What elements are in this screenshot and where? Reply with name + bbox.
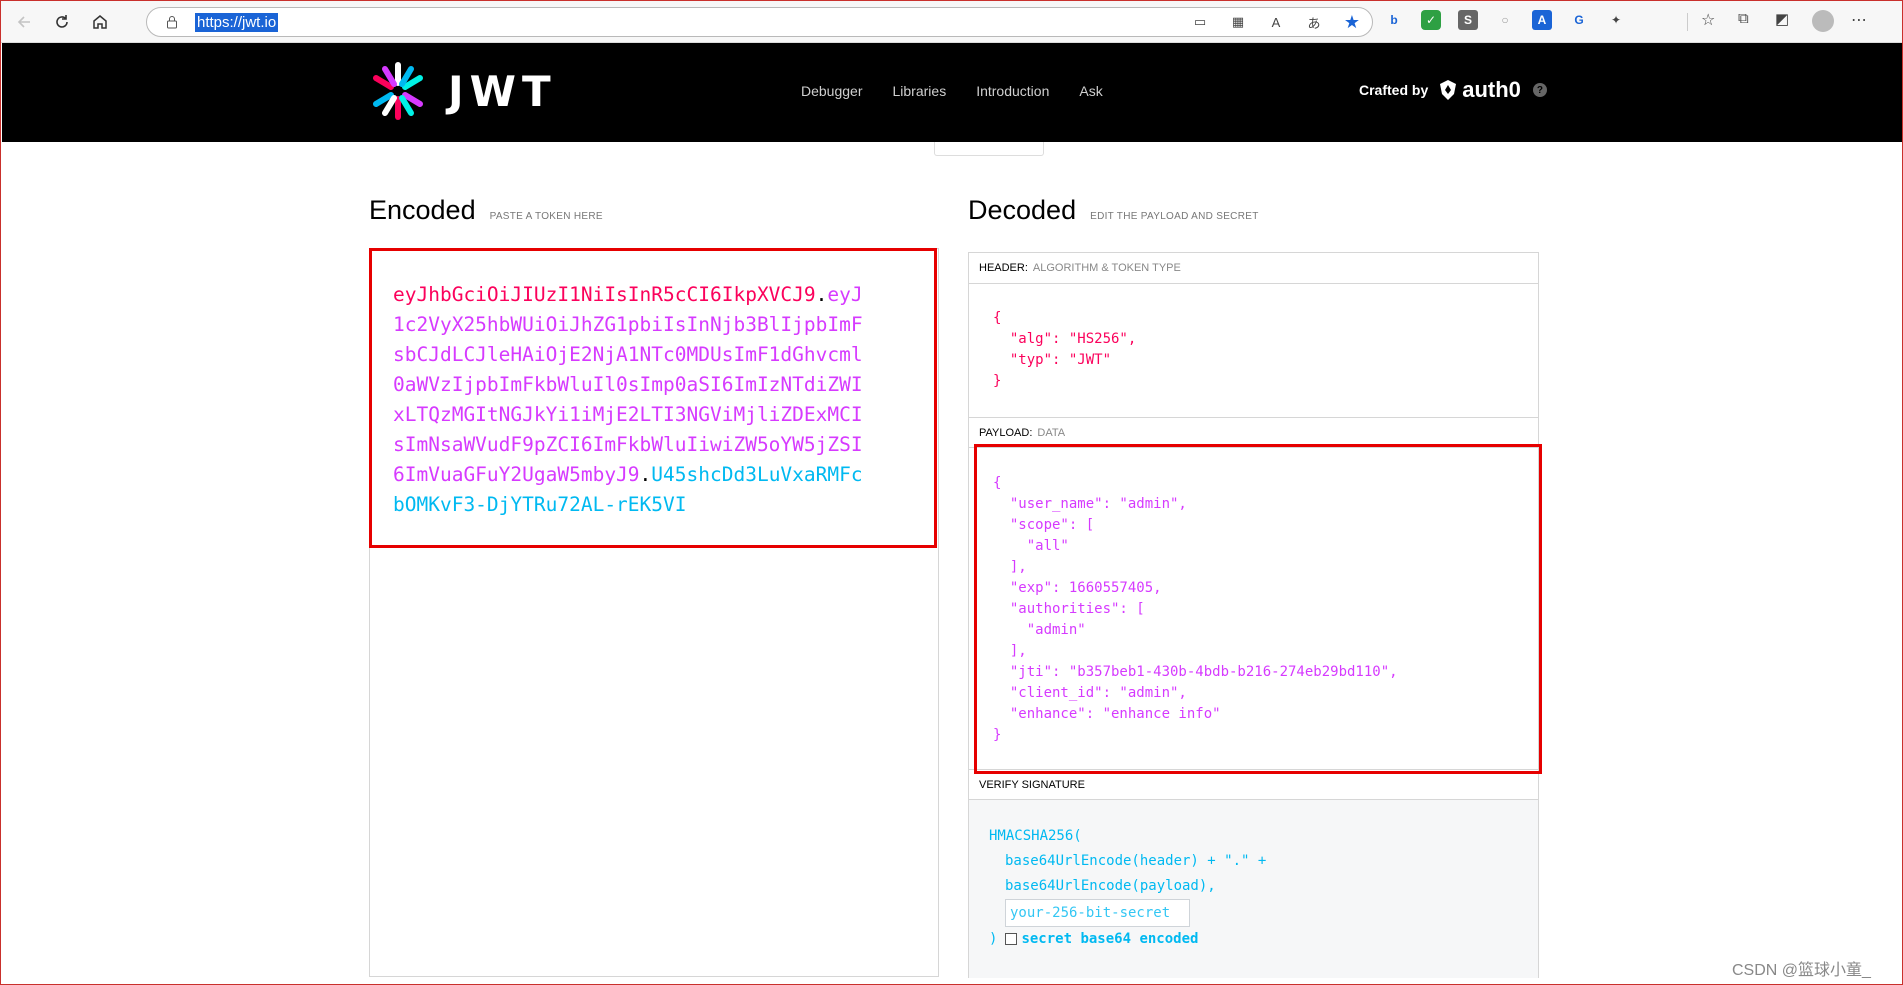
- decoded-title: Decoded: [968, 195, 1077, 225]
- crafted-by-auth0[interactable]: Crafted by auth0 ?: [1359, 77, 1547, 103]
- home-icon[interactable]: [85, 7, 115, 37]
- verify-signature-area: HMACSHA256( base64UrlEncode(header) + ".…: [969, 800, 1538, 978]
- verify-line-payload: base64UrlEncode(payload),: [1005, 878, 1216, 894]
- token-header-part: eyJhbGciOiJIUzI1NiIsInR5cCI6IkpXVCJ9: [393, 283, 816, 306]
- app-available-icon[interactable]: ▭: [1190, 12, 1210, 32]
- header-label: HEADER:: [979, 262, 1028, 274]
- toolbar-divider: [1687, 13, 1688, 31]
- encoded-title: Encoded: [369, 195, 476, 225]
- header-json-editor[interactable]: { "alg": "HS256", "typ": "JWT" }: [993, 308, 1136, 392]
- watermark: CSDN @篮球小童_: [1732, 962, 1871, 979]
- qr-code-icon[interactable]: ▦: [1228, 12, 1248, 32]
- base64-label[interactable]: secret base64 encoded: [1021, 931, 1198, 947]
- jwt-logo-icon: [373, 62, 423, 120]
- favorites-icon[interactable]: ☆: [1701, 10, 1721, 30]
- crafted-by-label: Crafted by: [1359, 82, 1429, 98]
- site-nav: Debugger Libraries Introduction Ask: [801, 83, 1103, 99]
- token-dot: .: [815, 283, 828, 306]
- bing-icon[interactable]: b: [1384, 10, 1404, 30]
- header-section-label: HEADER: ALGORITHM & TOKEN TYPE: [969, 253, 1538, 284]
- algorithm-select-edge[interactable]: [934, 142, 1044, 156]
- verify-function: HMACSHA256(: [989, 828, 1082, 844]
- encoded-token-textarea[interactable]: eyJhbGciOiJIUzI1NiIsInR5cCI6IkpXVCJ9.eyJ…: [393, 280, 873, 520]
- help-icon[interactable]: ?: [1532, 83, 1547, 97]
- google-translate-icon[interactable]: G: [1569, 10, 1589, 30]
- browser-essentials-icon[interactable]: ◩: [1775, 10, 1795, 30]
- shield-extension-icon[interactable]: ✓: [1421, 10, 1441, 30]
- extensions-puzzle-icon[interactable]: ✦: [1606, 10, 1626, 30]
- encoded-heading: Encoded PASTE A TOKEN HERE: [369, 195, 603, 226]
- secret-input[interactable]: [1005, 899, 1190, 927]
- s-extension-icon[interactable]: S: [1458, 10, 1478, 30]
- translator-extension-icon[interactable]: A: [1532, 10, 1552, 30]
- verify-line-header: base64UrlEncode(header) + "." +: [1005, 853, 1267, 869]
- base64-checkbox[interactable]: [1005, 933, 1018, 945]
- token-dot: .: [639, 463, 652, 486]
- collections-icon[interactable]: ⧉: [1738, 10, 1758, 30]
- auth0-logo-icon: [1440, 80, 1457, 100]
- payload-label: PAYLOAD:: [979, 426, 1033, 439]
- encoded-subtitle: PASTE A TOKEN HERE: [489, 211, 603, 222]
- auth0-brand: auth0: [1438, 77, 1521, 103]
- lock-icon: [165, 14, 181, 30]
- token-payload-part: eyJ1c2VyX25hbWUiOiJhZG1pbiIsInNjb3BlIjpb…: [393, 283, 863, 486]
- auth0-wordmark: auth0: [1462, 77, 1521, 102]
- read-aloud-icon[interactable]: A: [1266, 12, 1286, 32]
- payload-highlight-box: [974, 444, 1542, 774]
- circle-extension-icon[interactable]: ○: [1495, 10, 1515, 30]
- verify-code: HMACSHA256( base64UrlEncode(header) + ".…: [989, 824, 1266, 952]
- header-sublabel: ALGORITHM & TOKEN TYPE: [1032, 262, 1181, 274]
- url-text[interactable]: https://jwt.io: [195, 12, 279, 32]
- translate-icon[interactable]: あ: [1304, 12, 1324, 32]
- browser-toolbar: https://jwt.io ▭ ▦ A あ ★ b ✓ S ○ A G ✦ ☆…: [1, 1, 1902, 43]
- profile-avatar-icon[interactable]: [1812, 10, 1834, 32]
- refresh-icon[interactable]: [47, 7, 77, 37]
- payload-sublabel: DATA: [1037, 426, 1066, 439]
- decoded-subtitle: EDIT THE PAYLOAD AND SECRET: [1090, 211, 1259, 222]
- favorite-star-icon[interactable]: ★: [1342, 12, 1362, 32]
- site-header: JWT Debugger Libraries Introduction Ask …: [2, 43, 1902, 142]
- logo-wordmark: JWT: [448, 66, 557, 116]
- address-bar[interactable]: https://jwt.io ▭ ▦ A あ ★: [146, 7, 1373, 37]
- verify-label: VERIFY SIGNATURE: [979, 778, 1085, 791]
- nav-libraries[interactable]: Libraries: [893, 83, 947, 99]
- jwt-logo[interactable]: JWT: [368, 61, 557, 121]
- decoded-heading: Decoded EDIT THE PAYLOAD AND SECRET: [968, 195, 1259, 226]
- nav-debugger[interactable]: Debugger: [801, 83, 863, 99]
- nav-ask[interactable]: Ask: [1079, 83, 1102, 99]
- back-icon[interactable]: [9, 7, 39, 37]
- more-menu-icon[interactable]: ⋯: [1851, 10, 1871, 30]
- nav-introduction[interactable]: Introduction: [976, 83, 1049, 99]
- verify-close-paren: ): [989, 931, 998, 947]
